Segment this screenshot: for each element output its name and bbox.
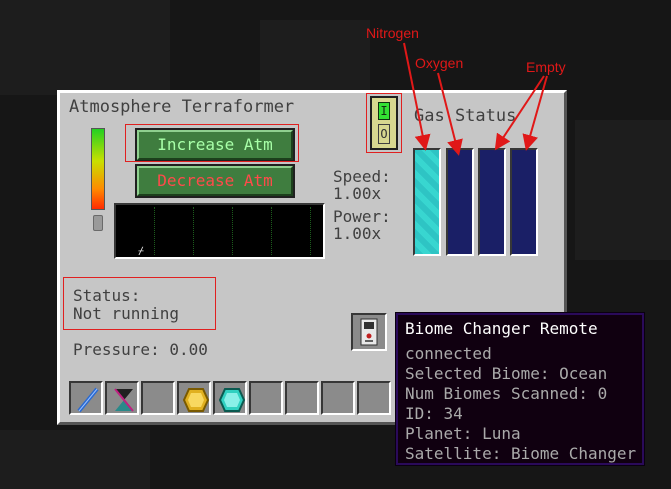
- annotation-arrows: [403, 42, 548, 156]
